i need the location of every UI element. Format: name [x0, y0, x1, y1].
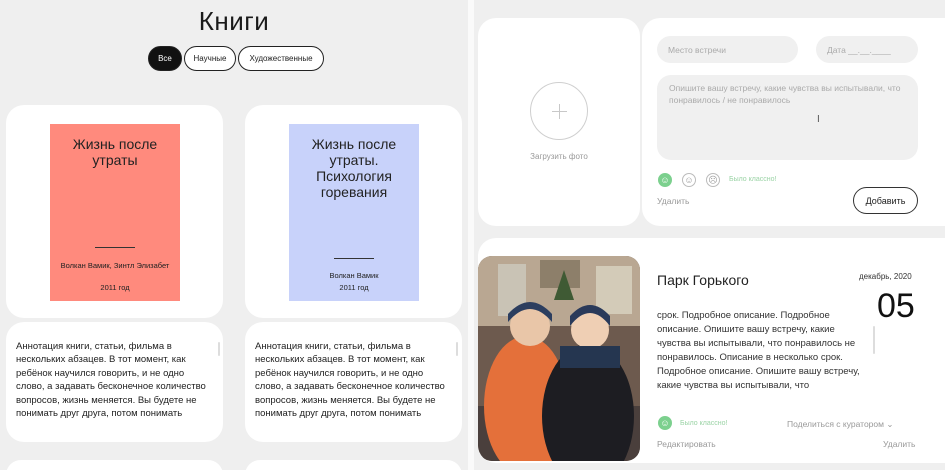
delete-link[interactable]: Удалить: [883, 439, 915, 449]
text-cursor-icon: I: [817, 114, 820, 125]
book-author: Волкан Вамик: [329, 271, 379, 280]
cover-divider: [334, 258, 374, 259]
date-input[interactable]: Дата __.__.____: [816, 36, 918, 63]
share-with-curator[interactable]: Поделиться с куратором ⌄: [787, 419, 893, 430]
upload-photo-label: Загрузить фото: [530, 152, 588, 161]
meeting-description: срок. Подробное описание. Подробное опис…: [657, 310, 860, 391]
chevron-down-icon: ⌄: [886, 419, 894, 429]
meeting-month-year: декабрь, 2020: [859, 272, 912, 281]
smile-happy-icon[interactable]: ☺: [658, 173, 672, 187]
mood-note: Было классно!: [729, 176, 777, 183]
book-cover[interactable]: Жизнь после утраты Волкан Вамик, Зинтл Э…: [50, 124, 180, 301]
add-button[interactable]: Добавить: [853, 187, 918, 214]
scrollbar[interactable]: [873, 326, 875, 354]
filter-science[interactable]: Научные: [184, 46, 236, 71]
scrollbar[interactable]: [218, 342, 220, 356]
book-annotation-card: Аннотация книги, статьи, фильма в нескол…: [6, 322, 223, 442]
book-cover-card[interactable]: Жизнь после утраты Волкан Вамик, Зинтл Э…: [6, 105, 223, 318]
book-annotation: Аннотация книги, статьи, фильма в нескол…: [16, 341, 206, 420]
book-annotation: Аннотация книги, статьи, фильма в нескол…: [255, 341, 445, 420]
book-year: 2011 год: [100, 283, 130, 292]
book-author: Волкан Вамик, Зинтл Элизабет: [60, 261, 170, 270]
filter-all[interactable]: Все: [148, 46, 182, 71]
mood-note: Было классно!: [680, 420, 728, 427]
books-panel: Книги Все Научные Художественные Жизнь п…: [0, 0, 468, 470]
meeting-card: Парк Горького декабрь, 2020 05 срок. Под…: [478, 238, 945, 463]
meeting-day: 05: [877, 287, 915, 325]
share-label: Поделиться с куратором: [787, 419, 884, 429]
book-year: 2011 год: [339, 283, 369, 292]
smile-happy-icon: ☺: [658, 416, 672, 430]
plus-icon[interactable]: [530, 82, 588, 140]
book-cover[interactable]: Жизнь после утраты. Психология горевания…: [289, 124, 419, 301]
meetings-panel: Загрузить фото Место встречи Дата __.__.…: [474, 0, 945, 470]
page-title: Книги: [198, 6, 270, 36]
book-cover-card[interactable]: [245, 460, 462, 470]
smile-sad-icon[interactable]: ☹: [706, 173, 720, 187]
filter-fiction[interactable]: Художественные: [238, 46, 324, 71]
meeting-title: Парк Горького: [657, 272, 749, 288]
book-cover-title: Жизнь после утраты. Психология горевания: [311, 136, 397, 200]
delete-link[interactable]: Удалить: [657, 196, 689, 206]
cover-divider: [95, 247, 135, 248]
filter-chips: Все Научные Художественные: [148, 46, 324, 71]
book-cover-title: Жизнь после утраты: [72, 136, 158, 168]
book-annotation-card: Аннотация книги, статьи, фильма в нескол…: [245, 322, 462, 442]
scrollbar[interactable]: [456, 342, 458, 356]
description-textarea[interactable]: Опишите вашу встречу, какие чувства вы и…: [657, 75, 918, 160]
photo-upload-card[interactable]: Загрузить фото: [478, 18, 640, 226]
photo-illustration: [478, 256, 640, 461]
meeting-form: Место встречи Дата __.__.____ Опишите ва…: [642, 18, 945, 226]
edit-link[interactable]: Редактировать: [657, 439, 716, 449]
book-cover-card[interactable]: [6, 460, 223, 470]
smile-neutral-icon[interactable]: ☺: [682, 173, 696, 187]
meeting-photo: [478, 256, 640, 461]
place-input[interactable]: Место встречи: [657, 36, 798, 63]
book-cover-card[interactable]: Жизнь после утраты. Психология горевания…: [245, 105, 462, 318]
